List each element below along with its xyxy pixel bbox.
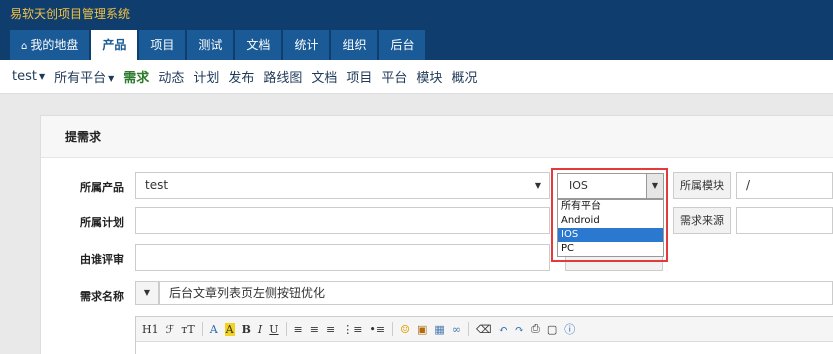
tab-test[interactable]: 测试 (187, 30, 234, 60)
top-header: 易软天创项目管理系统 ⌂ 我的地盘 产品 项目 测试 文档 统计 组织 后台 (0, 0, 833, 60)
subnav-project[interactable]: 项目 (346, 67, 372, 86)
toolbar-divider (285, 322, 287, 336)
subnav-platform[interactable]: 平台 (381, 67, 407, 86)
table-icon[interactable]: ▦ (434, 323, 444, 336)
fullscreen-icon[interactable]: ▢ (547, 323, 557, 336)
image-icon[interactable]: ▣ (417, 323, 427, 336)
bold-button[interactable]: B (242, 323, 251, 336)
tab-project[interactable]: 项目 (139, 30, 186, 60)
product-select-value: test (145, 178, 169, 192)
editor-toolbar: H1 ℱ тT A A B I U ≡ ≡ ≡ ⋮≡ •≡ ☺ ▣ ▦ ∞ ⌫ … (136, 317, 833, 342)
reviewer-select[interactable] (135, 244, 550, 271)
title-input[interactable]: 后台文章列表页左侧按钮优化 (159, 281, 833, 305)
toolbar-divider (468, 322, 469, 336)
source-select[interactable] (736, 207, 833, 234)
toolbar-divider (201, 322, 203, 336)
subnav-plan[interactable]: 计划 (193, 67, 219, 86)
description-editor[interactable]: H1 ℱ тT A A B I U ≡ ≡ ≡ ⋮≡ •≡ ☺ ▣ ▦ ∞ ⌫ … (135, 316, 833, 354)
plan-label: 所属计划 (80, 216, 124, 229)
caret-down-icon: ▼ (38, 72, 46, 81)
tab-my-dashboard[interactable]: ⌂ 我的地盘 (10, 30, 90, 60)
main-nav: ⌂ 我的地盘 产品 项目 测试 文档 统计 组织 后台 (10, 30, 427, 60)
help-icon[interactable]: ⓘ (564, 321, 575, 337)
toolbar-divider (392, 322, 394, 336)
font-color-button[interactable]: A (210, 323, 218, 336)
title-label: 需求名称 (80, 290, 124, 303)
source-code-icon[interactable]: ⎙ (531, 322, 540, 336)
caret-down-icon: ▼ (108, 74, 115, 83)
undo-icon[interactable]: ↶ (499, 323, 508, 336)
emoticon-icon[interactable]: ☺ (400, 323, 410, 336)
font-family-button[interactable]: ℱ (166, 323, 175, 336)
product-select[interactable]: test ▼ (135, 172, 550, 199)
tab-company[interactable]: 组织 (331, 30, 378, 60)
italic-button[interactable]: I (258, 323, 262, 336)
home-icon: ⌂ (21, 41, 28, 52)
subnav-roadmap[interactable]: 路线图 (263, 67, 302, 86)
module-label: 所属模块 (673, 172, 731, 199)
color-picker-button[interactable]: ▼ (135, 281, 159, 305)
product-switcher-label: test (12, 69, 37, 84)
subnav-story[interactable]: 需求 (123, 67, 149, 86)
subnav-doc[interactable]: 文档 (311, 67, 337, 86)
subnav-release[interactable]: 发布 (228, 67, 254, 86)
annotation-highlight (551, 168, 668, 262)
platform-switcher[interactable]: 所有平台 ▼ (54, 67, 114, 86)
panel-heading: 提需求 (41, 116, 833, 158)
module-select[interactable]: / (736, 172, 833, 199)
subnav-dynamic[interactable]: 动态 (158, 67, 184, 86)
caret-down-icon: ▼ (143, 288, 151, 297)
sub-nav: test ▼ 所有平台 ▼ 需求 动态 计划 发布 路线图 文档 项目 平台 模块 … (0, 60, 833, 94)
product-switcher[interactable]: test ▼ (12, 69, 45, 84)
tab-doc[interactable]: 文档 (235, 30, 282, 60)
link-icon[interactable]: ∞ (452, 323, 461, 336)
subnav-overview[interactable]: 概况 (451, 67, 477, 86)
align-left-icon[interactable]: ≡ (294, 323, 303, 336)
product-label: 所属产品 (80, 181, 124, 194)
align-right-icon[interactable]: ≡ (326, 323, 335, 336)
platform-switcher-label: 所有平台 (54, 71, 107, 86)
redo-icon[interactable]: ↷ (515, 323, 524, 336)
app-title: 易软天创项目管理系统 (10, 7, 131, 21)
highlight-button[interactable]: A (224, 322, 235, 336)
heading-button[interactable]: H1 (142, 323, 159, 336)
eraser-icon[interactable]: ⌫ (476, 323, 492, 336)
caret-down-icon: ▼ (534, 181, 541, 190)
title-input-value: 后台文章列表页左侧按钮优化 (169, 286, 326, 300)
subnav-module[interactable]: 模块 (416, 67, 442, 86)
underline-button[interactable]: U (269, 323, 278, 336)
align-center-icon[interactable]: ≡ (310, 323, 319, 336)
tab-label: 我的地盘 (30, 38, 79, 52)
tab-report[interactable]: 统计 (283, 30, 330, 60)
tab-admin[interactable]: 后台 (379, 30, 426, 60)
unordered-list-icon[interactable]: •≡ (369, 323, 385, 336)
reviewer-label: 由谁评审 (80, 253, 124, 266)
plan-select[interactable] (135, 207, 550, 234)
font-size-button[interactable]: тT (181, 323, 194, 336)
ordered-list-icon[interactable]: ⋮≡ (342, 323, 362, 336)
tab-product[interactable]: 产品 (91, 30, 138, 60)
source-label: 需求来源 (673, 207, 731, 234)
